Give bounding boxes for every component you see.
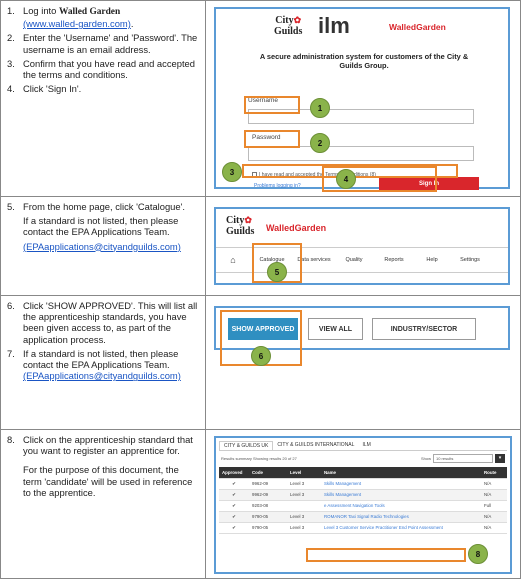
- step-text: Confirm that you have read and accepted …: [23, 57, 195, 81]
- table-row[interactable]: ✔ 9962-09 Level 3 Skills Management N/A: [219, 478, 507, 490]
- instruction-text-cell: 6. Click 'SHOW APPROVED'. This will list…: [1, 296, 206, 429]
- results-count: Showing results 20 of 27: [253, 456, 297, 461]
- city-guilds-logo: City✿ Guilds: [274, 15, 303, 37]
- walled-garden-logo: WalledGarden: [389, 22, 446, 32]
- step-number: 8.: [7, 434, 15, 445]
- show-label: Show: [421, 456, 432, 461]
- screenshot-cell: SHOW APPROVED VIEW ALL INDUSTRY/SECTOR 6: [206, 296, 520, 429]
- step-text: From the home page, click 'Catalogue'.: [23, 201, 185, 212]
- step-number: 3.: [7, 57, 15, 69]
- highlight-password: [244, 130, 300, 148]
- step-text: Click 'SHOW APPROVED'. This will list al…: [23, 300, 198, 345]
- instruction-text-cell: 1. Log into Walled Garden (www.walled-ga…: [1, 1, 206, 196]
- nav-quality[interactable]: Quality: [334, 257, 374, 263]
- step-number: 5.: [7, 201, 15, 212]
- marker-2: 2: [310, 133, 330, 153]
- step-1: 1. Log into Walled Garden (www.walled-ga…: [7, 5, 134, 30]
- screenshot-cell: City✿ Guilds WalledGarden ⌂ Catalogue Dat…: [206, 197, 520, 295]
- step-text: If a standard is not listed, then please…: [23, 347, 179, 371]
- step-6: 6. Click 'SHOW APPROVED'. This will list…: [7, 300, 199, 345]
- candidate-note: For the purpose of this document, the te…: [23, 464, 193, 498]
- password-field[interactable]: [248, 146, 474, 161]
- chevron-down-icon[interactable]: ▾: [495, 454, 505, 463]
- instruction-text-cell: 8. Click on the apprenticeship standard …: [1, 430, 206, 578]
- table-row[interactable]: ✔ 9203-08 e Assessment Navigation Tools Ful…: [219, 500, 507, 512]
- table-row[interactable]: ✔ 9790-05 Level 3 Level 3 Customer Service …: [219, 522, 507, 534]
- step-3: 3. Confirm that you have read and accept…: [7, 58, 199, 80]
- step-7: 7. If a standard is not listed, then ple…: [7, 348, 199, 382]
- catalogue-tabs: CITY & GUILDS UK CITY & GUILDS INTERNATI…: [219, 441, 507, 451]
- city-guilds-emblem: ✿: [244, 215, 252, 225]
- col-approved[interactable]: Approved: [219, 467, 249, 479]
- step-number: 4.: [7, 83, 15, 95]
- tagline: A secure administration system for custo…: [259, 52, 469, 70]
- table-row[interactable]: ✔ 9962-09 Level 3 Skills Management N/A: [219, 489, 507, 501]
- step-number: 6.: [7, 300, 15, 311]
- step-number: 1.: [7, 5, 15, 16]
- marker-5: 5: [267, 262, 287, 282]
- step-text: Click on the apprenticeship standard tha…: [23, 434, 193, 457]
- col-route[interactable]: Route: [481, 467, 507, 479]
- problems-logging-in-link[interactable]: Problems logging in?: [254, 183, 301, 189]
- marker-4: 4: [336, 169, 356, 189]
- instruction-row-show-approved: 6. Click 'SHOW APPROVED'. This will list…: [0, 295, 521, 430]
- marker-3: 3: [222, 162, 242, 182]
- col-level[interactable]: Level: [287, 467, 321, 479]
- nav-settings[interactable]: Settings: [450, 257, 490, 263]
- col-code[interactable]: Code: [249, 467, 287, 479]
- instruction-text-cell: 5. From the home page, click 'Catalogue'…: [1, 197, 206, 295]
- city-guilds-emblem: ✿: [293, 15, 302, 25]
- walled-garden-name: Walled Garden: [58, 7, 121, 17]
- marker-1: 1: [310, 98, 330, 118]
- instruction-row-catalogue: 5. From the home page, click 'Catalogue'…: [0, 196, 521, 296]
- step-text: Enter the 'Username' and 'Password'. The…: [23, 32, 198, 55]
- epa-email-link[interactable]: (EPAapplications@cityandguilds.com): [23, 370, 181, 381]
- view-all-button[interactable]: VIEW ALL: [308, 318, 363, 340]
- highlight-standard-row: [306, 548, 466, 562]
- instruction-row-login: 1. Log into Walled Garden (www.walled-ga…: [0, 0, 521, 197]
- screenshot-cell: City✿ Guilds ilm WalledGarden A secure ad…: [206, 1, 520, 196]
- step-4: 4. Click 'Sign In'.: [7, 83, 199, 94]
- epa-email-link[interactable]: (EPAapplications@cityandguilds.com): [23, 241, 199, 252]
- show-select[interactable]: 10 results: [433, 454, 493, 463]
- step-number: 7.: [7, 347, 15, 359]
- step-2: 2. Enter the 'Username' and 'Password'. …: [7, 32, 199, 54]
- highlight-username: [244, 96, 300, 114]
- step-text: Log into: [23, 5, 59, 16]
- results-summary-label: Results summary: [221, 456, 252, 461]
- col-name[interactable]: Name: [321, 467, 481, 479]
- home-icon[interactable]: ⌂: [216, 255, 250, 265]
- nav-reports[interactable]: Reports: [374, 257, 414, 263]
- marker-6: 6: [251, 346, 271, 366]
- results-bar: Results summary Showing results 20 of 27…: [219, 453, 507, 467]
- standards-table: Approved Code Level Name Route ✔ 9962-09 L…: [219, 467, 507, 534]
- step-text: Click 'Sign In'.: [23, 83, 82, 95]
- nav-help[interactable]: Help: [414, 257, 450, 263]
- tab-city-guilds-uk[interactable]: CITY & GUILDS UK: [219, 441, 274, 450]
- industry-sector-button[interactable]: INDUSTRY/SECTOR: [372, 318, 476, 340]
- step-number: 2.: [7, 32, 15, 44]
- ilm-logo: ilm: [318, 13, 350, 38]
- step-8: 8. Click on the apprenticeship standard …: [7, 434, 199, 456]
- walled-garden-logo: WalledGarden: [266, 223, 327, 233]
- table-row[interactable]: ✔ 9790-05 Level 3 ROMANOR Taxi Signal Radio…: [219, 511, 507, 523]
- walled-garden-link[interactable]: (www.walled-garden.com): [23, 18, 131, 29]
- city-guilds-logo: City✿ Guilds: [226, 215, 255, 237]
- marker-8: 8: [468, 544, 488, 564]
- contact-note: If a standard is not listed, then please…: [23, 215, 179, 238]
- tab-city-guilds-international[interactable]: CITY & GUILDS INTERNATIONAL: [273, 441, 358, 450]
- tab-ilm[interactable]: ILM: [358, 441, 374, 450]
- screenshot-cell: CITY & GUILDS UK CITY & GUILDS INTERNATI…: [206, 430, 520, 578]
- step-5: 5. From the home page, click 'Catalogue'…: [7, 201, 199, 212]
- instruction-row-select-standard: 8. Click on the apprenticeship standard …: [0, 429, 521, 579]
